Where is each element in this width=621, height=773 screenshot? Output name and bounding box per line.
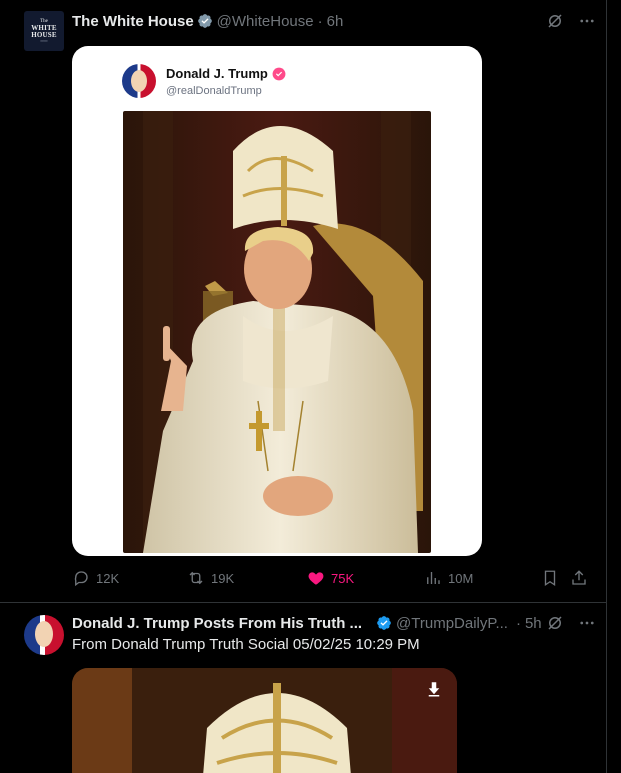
tweet-top-actions <box>545 11 597 31</box>
separator-dot: · <box>515 614 521 632</box>
embed-author-name: Donald J. Trump <box>166 66 268 81</box>
repost-count: 19K <box>211 570 235 586</box>
repost-button[interactable]: 19K <box>187 569 234 587</box>
like-count: 75K <box>331 570 355 586</box>
more-icon[interactable] <box>577 11 597 31</box>
avatar-text-line2b: HOUSE <box>31 31 57 39</box>
share-icon <box>572 570 586 585</box>
avatar-rule: ━━━━ <box>40 39 48 43</box>
tweet-header: The White House @WhiteHouse · 6h <box>72 11 343 31</box>
truth-verified-badge-icon <box>272 67 286 80</box>
like-button[interactable]: 75K <box>307 569 354 587</box>
author-handle[interactable]: @WhiteHouse <box>217 13 314 30</box>
embed-author-handle: @realDonaldTrump <box>166 85 262 97</box>
tweet-text: From Donald Trump Truth Social 05/02/25 … <box>72 636 420 653</box>
grok-icon[interactable] <box>545 11 565 31</box>
views-button[interactable]: 10M <box>424 569 473 587</box>
separator-dot: · <box>317 12 323 30</box>
pope-portrait-crop-image <box>72 668 457 773</box>
download-icon[interactable] <box>425 680 443 698</box>
reply-icon <box>74 571 88 587</box>
bookmark-button[interactable] <box>541 569 559 587</box>
quoted-truth-screenshot[interactable]: Donald J. Trump @realDonaldTrump <box>72 46 482 556</box>
reply-count: 12K <box>96 570 120 586</box>
share-button[interactable] <box>570 569 588 587</box>
tweet-top-actions <box>545 613 597 633</box>
post-time[interactable]: 6h <box>327 13 344 30</box>
views-icon <box>427 572 440 584</box>
verified-blue-badge-icon <box>377 616 391 630</box>
bookmark-icon <box>544 570 556 587</box>
repost-icon <box>189 571 203 585</box>
white-house-avatar[interactable]: The WHITE HOUSE ━━━━ <box>24 11 64 51</box>
tweet-header: Donald J. Trump Posts From His Truth ...… <box>72 613 542 633</box>
reply-button[interactable]: 12K <box>72 569 119 587</box>
tweet-actions: 12K 19K 75K 10M <box>72 569 592 589</box>
timeline-column: The WHITE HOUSE ━━━━ The White House @Wh… <box>0 0 607 773</box>
author-handle[interactable]: @TrumpDailyP... <box>396 615 508 632</box>
verified-gray-badge-icon <box>197 14 212 28</box>
more-icon[interactable] <box>577 613 597 633</box>
tweet-white-house[interactable]: The WHITE HOUSE ━━━━ The White House @Wh… <box>0 0 606 603</box>
trump-daily-posts-avatar[interactable] <box>24 615 64 655</box>
pope-portrait-image[interactable] <box>123 111 431 553</box>
tweet-media[interactable] <box>72 668 457 773</box>
view-count: 10M <box>448 570 474 586</box>
author-name[interactable]: Donald J. Trump Posts From His Truth ... <box>72 615 362 632</box>
embed-avatar <box>122 64 156 98</box>
author-name[interactable]: The White House <box>72 13 194 30</box>
heart-icon <box>308 572 324 585</box>
tweet-trump-daily-posts[interactable]: Donald J. Trump Posts From His Truth ...… <box>0 603 606 773</box>
post-time[interactable]: 5h <box>525 615 542 632</box>
embed-author-row: Donald J. Trump <box>166 66 286 81</box>
grok-icon[interactable] <box>545 613 565 633</box>
